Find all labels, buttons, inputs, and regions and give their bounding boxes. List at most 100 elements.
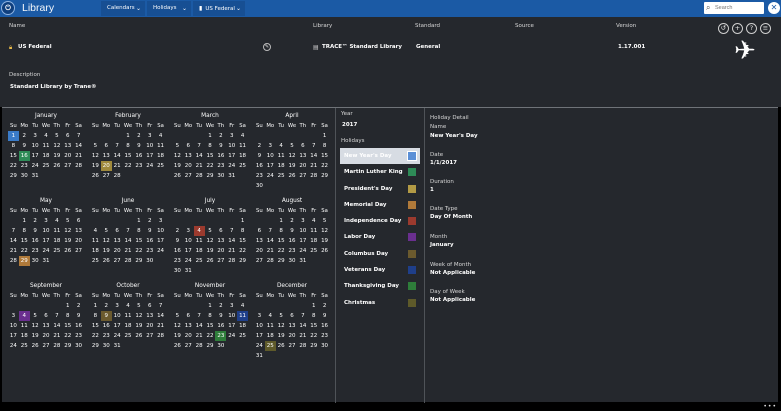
day-cell[interactable]: 11 — [155, 141, 166, 151]
day-cell[interactable]: 19 — [90, 161, 101, 171]
day-cell[interactable]: 30 — [73, 341, 84, 351]
day-cell[interactable]: 8 — [276, 226, 287, 236]
day-cell[interactable]: 19 — [287, 161, 298, 171]
day-cell[interactable]: 8 — [205, 141, 216, 151]
day-cell[interactable]: 24 — [183, 256, 194, 266]
day-cell[interactable]: 4 — [90, 226, 101, 236]
day-cell[interactable]: 12 — [62, 226, 73, 236]
day-cell[interactable]: 21 — [265, 246, 276, 256]
day-cell[interactable]: 1 — [19, 216, 30, 226]
day-cell[interactable]: 19 — [172, 331, 183, 341]
day-cell[interactable]: 12 — [319, 226, 330, 236]
day-cell[interactable]: 8 — [90, 311, 101, 321]
day-cell[interactable]: 16 — [319, 321, 330, 331]
day-cell[interactable]: 26 — [172, 341, 183, 351]
day-cell[interactable]: 2 — [19, 131, 30, 141]
day-cell[interactable]: 5 — [62, 216, 73, 226]
day-cell[interactable]: 21 — [226, 246, 237, 256]
day-cell[interactable]: 21 — [155, 321, 166, 331]
day-cell[interactable]: 4 — [276, 141, 287, 151]
day-cell[interactable]: 17 — [254, 331, 265, 341]
day-cell[interactable]: 17 — [226, 151, 237, 161]
day-cell[interactable]: 3 — [144, 131, 155, 141]
day-cell[interactable]: 13 — [101, 151, 112, 161]
day-cell[interactable]: 21 — [73, 151, 84, 161]
day-cell[interactable]: 14 — [194, 321, 205, 331]
day-cell[interactable]: 9 — [172, 236, 183, 246]
color-swatch[interactable] — [408, 298, 416, 307]
day-cell[interactable]: 17 — [297, 236, 308, 246]
day-cell[interactable]: 13 — [62, 141, 73, 151]
holiday-list-item[interactable]: Columbus Day — [340, 246, 420, 262]
day-cell[interactable]: 2 — [144, 216, 155, 226]
day-cell[interactable]: 19 — [51, 151, 62, 161]
day-cell[interactable]: 24 — [254, 341, 265, 351]
holidays-dropdown[interactable]: Holidays ⌄ — [147, 1, 191, 16]
day-cell[interactable]: 21 — [308, 161, 319, 171]
day-cell[interactable]: 15 — [19, 236, 30, 246]
day-cell[interactable]: 21 — [51, 331, 62, 341]
day-cell[interactable]: 29 — [90, 341, 101, 351]
day-cell[interactable]: 21 — [297, 331, 308, 341]
day-cell[interactable]: 31 — [30, 171, 41, 181]
day-cell[interactable]: 12 — [172, 151, 183, 161]
day-cell[interactable]: 31 — [226, 171, 237, 181]
day-cell[interactable]: 10 — [183, 236, 194, 246]
color-swatch[interactable] — [408, 168, 416, 177]
day-cell[interactable]: 16 — [287, 236, 298, 246]
day-cell[interactable]: 16 — [215, 151, 226, 161]
day-cell[interactable]: 19 — [276, 331, 287, 341]
day-cell[interactable]: 18 — [19, 331, 30, 341]
more-icon[interactable]: ••• — [763, 403, 777, 411]
day-cell[interactable]: 30 — [319, 341, 330, 351]
day-cell[interactable]: 18 — [90, 246, 101, 256]
day-cell[interactable]: 24 — [41, 246, 52, 256]
day-cell[interactable]: 10 — [155, 226, 166, 236]
day-cell[interactable]: 2 — [215, 301, 226, 311]
day-cell[interactable]: 6 — [73, 216, 84, 226]
day-cell[interactable]: 13 — [183, 321, 194, 331]
day-cell[interactable]: 7 — [265, 226, 276, 236]
color-swatch[interactable] — [408, 217, 416, 226]
day-cell[interactable]: 23 — [19, 161, 30, 171]
day-cell[interactable]: 22 — [123, 161, 134, 171]
day-cell[interactable]: 18 — [155, 151, 166, 161]
day-cell[interactable]: 18 — [41, 151, 52, 161]
day-cell[interactable]: 27 — [112, 256, 123, 266]
day-cell[interactable]: 22 — [62, 331, 73, 341]
us-federal-dropdown[interactable]: ▮ US Federal ⌄ — [193, 1, 245, 16]
day-cell[interactable]: 29 — [133, 256, 144, 266]
day-cell[interactable]: 18 — [123, 321, 134, 331]
day-cell[interactable]: 19 — [30, 331, 41, 341]
day-cell[interactable]: 5 — [172, 141, 183, 151]
day-cell[interactable]: 3 — [41, 216, 52, 226]
day-cell[interactable]: 2 — [133, 131, 144, 141]
day-cell[interactable]: 23 — [30, 246, 41, 256]
day-cell[interactable]: 28 — [8, 256, 19, 266]
day-cell[interactable]: 1 — [123, 131, 134, 141]
day-cell[interactable]: 5 — [172, 311, 183, 321]
day-cell[interactable]: 15 — [308, 321, 319, 331]
color-swatch[interactable] — [408, 249, 416, 258]
day-cell[interactable]: 31 — [297, 256, 308, 266]
day-cell[interactable]: 21 — [194, 331, 205, 341]
day-cell[interactable]: 29 — [8, 171, 19, 181]
day-cell[interactable]: 12 — [133, 311, 144, 321]
day-cell[interactable]: 15 — [123, 151, 134, 161]
color-swatch[interactable] — [408, 233, 416, 242]
day-cell[interactable]: 25 — [308, 246, 319, 256]
day-cell[interactable]: 24 — [8, 341, 19, 351]
day-cell[interactable]: 27 — [254, 256, 265, 266]
day-cell[interactable]: 20 — [62, 151, 73, 161]
day-cell[interactable]: 3 — [112, 301, 123, 311]
day-cell[interactable]: 29 — [205, 341, 216, 351]
day-cell[interactable]: 24 — [297, 246, 308, 256]
day-cell[interactable]: 4 — [265, 311, 276, 321]
day-cell[interactable]: 5 — [90, 141, 101, 151]
day-cell[interactable]: 27 — [73, 246, 84, 256]
holiday-day-cell[interactable]: 4 — [193, 226, 205, 236]
day-cell[interactable]: 9 — [287, 226, 298, 236]
day-cell[interactable]: 11 — [194, 236, 205, 246]
holiday-list-item[interactable]: Christmas — [340, 295, 420, 311]
day-cell[interactable]: 14 — [265, 236, 276, 246]
